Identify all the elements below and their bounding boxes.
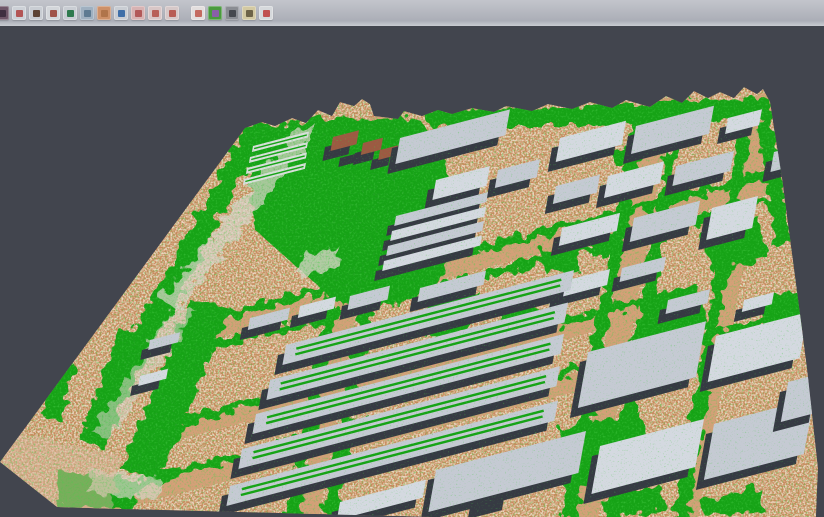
toolbar-icon-clipping-box[interactable]: [191, 6, 205, 20]
snapshot-glyph: [50, 10, 57, 17]
red-list-glyph: [135, 10, 142, 17]
mesh-import-glyph: [0, 10, 6, 17]
toolbar-icon-colormap[interactable]: [208, 6, 222, 20]
toolbar-icon-point-picking[interactable]: [12, 6, 26, 20]
toolbar-icon-terrain-mound[interactable]: [29, 6, 43, 20]
viewport-3d[interactable]: [0, 0, 824, 517]
toolbar-icon-selection-box[interactable]: [165, 6, 179, 20]
colormap-glyph: [212, 10, 219, 17]
red-ring-glyph: [152, 10, 159, 17]
clipping-box-glyph: [195, 10, 202, 17]
red-flag-glyph: [263, 10, 270, 17]
toolbar-icon-orange-box[interactable]: [97, 6, 111, 20]
terrain-mound-glyph: [33, 10, 40, 17]
toolbar-icon-red-flag[interactable]: [259, 6, 273, 20]
toolbar-icon-blue-column[interactable]: [80, 6, 94, 20]
toolbar-icon-annotations[interactable]: [242, 6, 256, 20]
camera-glyph: [229, 10, 236, 17]
toolbar-icon-snapshot[interactable]: [46, 6, 60, 20]
toolbar-icon-green-hill[interactable]: [63, 6, 77, 20]
toolbar-icon-red-ring[interactable]: [148, 6, 162, 20]
globe-glyph: [118, 10, 125, 17]
annotations-glyph: [246, 10, 253, 17]
blue-column-glyph: [84, 10, 91, 17]
orange-box-glyph: [101, 10, 108, 17]
point-picking-glyph: [16, 10, 23, 17]
application-window: [0, 0, 824, 517]
toolbar-icon-red-list[interactable]: [131, 6, 145, 20]
toolbar-icon-globe[interactable]: [114, 6, 128, 20]
toolbar-icon-camera[interactable]: [225, 6, 239, 20]
main-toolbar: [0, 0, 824, 26]
toolbar-icon-mesh-import[interactable]: [0, 6, 9, 20]
green-hill-glyph: [67, 10, 74, 17]
selection-box-glyph: [169, 10, 176, 17]
